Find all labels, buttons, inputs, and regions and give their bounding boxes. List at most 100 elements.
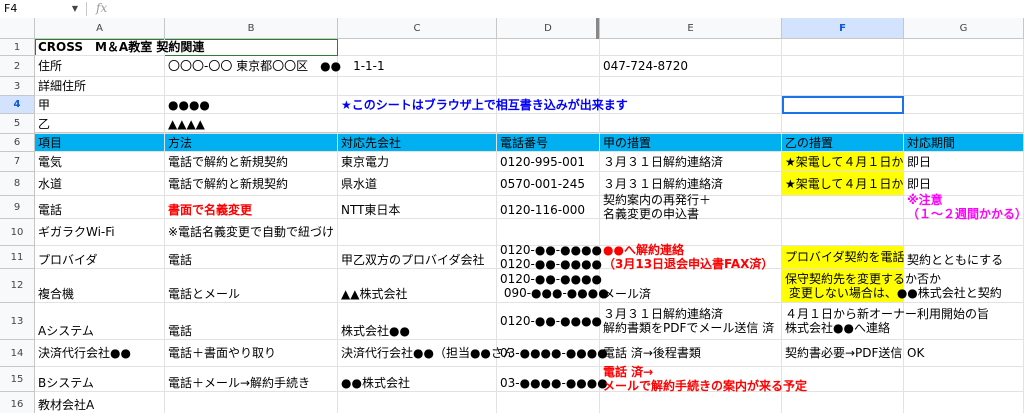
cell-f11[interactable]: プロバイダ契約を電話 (782, 246, 905, 269)
cell-a14[interactable]: 決済代行会社●● (35, 340, 165, 367)
cell-f16[interactable] (782, 392, 904, 413)
cell-e2[interactable]: 047-724-8720 (600, 56, 782, 77)
cell-c8[interactable]: 県水道 (338, 172, 497, 196)
cell-c9[interactable]: NTT東日本 (338, 196, 497, 219)
row-header-1[interactable]: 1 (0, 39, 35, 56)
cell-g6[interactable]: 対応期間 (904, 134, 1024, 152)
cell-f13[interactable]: ４月１日から新オーナー利用開始の旨 株式会社●●へ連絡 (782, 303, 989, 340)
cell-f12[interactable]: 保守契約先を変更するか否か 変更しない場合は、●●株式会社と契約 (782, 269, 1002, 303)
row-header-13[interactable]: 13 (0, 303, 35, 340)
cell-a13[interactable]: Aシステム (35, 303, 165, 340)
row-header-10[interactable]: 10 (0, 219, 35, 246)
cell-e11[interactable]: ●●へ解約連絡 （3月13日退会申込書FAX済） (600, 243, 782, 271)
cell-b11[interactable]: 電話 (165, 246, 338, 269)
cell-e15[interactable]: 電話 済→ メールで解約手続きの案内が来る予定 (600, 365, 807, 393)
row-header-14[interactable]: 14 (0, 340, 35, 367)
column-header-b[interactable]: B (165, 18, 338, 39)
cell-e1[interactable] (600, 39, 782, 56)
cell-d10[interactable] (497, 219, 600, 246)
cell-d6[interactable]: 電話番号 (497, 134, 600, 152)
cell-d11[interactable]: 0120-●●-●●●● 0120-●●-●●●● (497, 243, 602, 271)
cell-a9[interactable]: 電話 (35, 196, 165, 219)
cell-c1[interactable] (338, 39, 497, 56)
cell-c3[interactable] (338, 77, 497, 96)
cell-b9[interactable]: 書面で名義変更 (165, 196, 338, 219)
cell-d12[interactable]: 0120-●●-●●●● 090-●●●-●●●● (497, 269, 609, 303)
chevron-down-icon[interactable]: ▼ (72, 2, 78, 16)
cell-e3[interactable] (600, 77, 782, 96)
cell-c7[interactable]: 東京電力 (338, 152, 497, 172)
cell-a16[interactable]: 教材会社A (35, 392, 165, 413)
cell-d2[interactable] (497, 56, 600, 77)
cell-d8[interactable]: 0570-001-245 (497, 172, 600, 196)
cell-b3[interactable] (165, 77, 338, 96)
column-header-e[interactable]: E (600, 18, 782, 39)
cell-a12[interactable]: 複合機 (35, 269, 165, 303)
cell-c12[interactable]: ▲▲株式会社 (338, 269, 497, 303)
row-header-6[interactable]: 6 (0, 134, 35, 152)
cell-c16[interactable] (338, 392, 497, 413)
row-header-16[interactable]: 16 (0, 392, 35, 413)
cell-b15[interactable]: 電話＋メール→解約手続き (165, 367, 338, 392)
cell-b16[interactable] (165, 392, 338, 413)
cell-a10[interactable]: ギガラクWi-Fi (35, 219, 165, 246)
cell-f7[interactable]: ★架電して４月１日か (782, 152, 904, 172)
column-header-d[interactable]: D (497, 18, 600, 39)
cell-d15[interactable]: 03-●●●●-●●●● (497, 367, 608, 392)
cell-g15[interactable] (904, 367, 1024, 392)
cell-f1[interactable] (782, 39, 904, 56)
cell-a5[interactable]: 乙 (35, 114, 165, 134)
cell-e9[interactable]: 契約案内の再発行＋ 名義変更の申込書 (600, 193, 782, 221)
cell-e16[interactable] (600, 392, 782, 413)
frozen-column-divider[interactable] (596, 18, 599, 39)
cell-f6[interactable]: 乙の措置 (782, 134, 904, 152)
cell-a15[interactable]: Bシステム (35, 367, 165, 392)
row-header-5[interactable]: 5 (0, 114, 35, 134)
cell-d5[interactable] (497, 114, 600, 134)
cell-c5[interactable] (338, 114, 497, 134)
cell-d14[interactable]: 03-●●●●-●●●● (497, 340, 608, 367)
column-header-a[interactable]: A (35, 18, 165, 39)
cell-b7[interactable]: 電話で解約と新規契約 (165, 152, 338, 172)
cell-e14[interactable]: 電話 済→後程書類 (600, 340, 782, 367)
cell-e12[interactable]: メール済 (600, 269, 782, 303)
cell-f8[interactable]: ★架電して４月１日か (782, 172, 904, 196)
select-all-corner[interactable] (0, 18, 35, 39)
cell-g10[interactable] (904, 219, 1024, 246)
cell-g4[interactable] (904, 96, 1024, 114)
cell-b10[interactable]: ※電話名義変更で自動で紐づけ (165, 219, 338, 246)
cell-c4[interactable]: ★このシートはブラウザ上で相互書き込みが出来ます (338, 96, 628, 114)
cell-g9[interactable]: ※注意 （１～２週間かかる） (904, 193, 1024, 221)
cell-e5[interactable] (600, 114, 782, 134)
cell-b13[interactable]: 電話 (165, 303, 338, 340)
cell-g11[interactable]: 契約とともにする (904, 246, 1024, 269)
row-header-3[interactable]: 3 (0, 77, 35, 96)
cell-f14[interactable]: 契約書必要→PDF送信 (782, 340, 904, 367)
cell-a4[interactable]: 甲 (35, 96, 165, 114)
cell-a2[interactable]: 住所 (35, 56, 165, 77)
cell-g3[interactable] (904, 77, 1024, 96)
row-header-2[interactable]: 2 (0, 56, 35, 77)
name-box[interactable]: F4 ▼ (4, 2, 78, 16)
row-header-8[interactable]: 8 (0, 172, 35, 196)
cell-b6[interactable]: 方法 (165, 134, 338, 152)
cell-e13[interactable]: ３月３１日解約連絡済 解約書類をPDFでメール送信 済 (600, 303, 782, 340)
cell-g14[interactable]: OK (904, 340, 1024, 367)
cell-a11[interactable]: プロバイダ (35, 246, 165, 269)
cell-d9[interactable]: 0120-116-000 (497, 196, 600, 219)
cell-b8[interactable]: 電話で解約と新規契約 (165, 172, 338, 196)
cell-b2[interactable]: 〇〇〇-〇〇 東京都〇〇区 ●● 1-1-1 (165, 56, 385, 77)
cell-f2[interactable] (782, 56, 904, 77)
cell-g1[interactable] (904, 39, 1024, 56)
cell-f4[interactable] (782, 96, 904, 114)
cell-g16[interactable] (904, 392, 1024, 413)
row-header-4[interactable]: 4 (0, 96, 35, 114)
row-header-12[interactable]: 12 (0, 269, 35, 303)
cell-f10[interactable] (782, 219, 904, 246)
cell-d1[interactable] (497, 39, 600, 56)
cell-b4[interactable]: ●●●● (165, 96, 338, 114)
cell-g5[interactable] (904, 114, 1024, 134)
row-header-7[interactable]: 7 (0, 152, 35, 172)
spreadsheet-grid[interactable]: A B C D E F G 1 2 3 4 5 6 7 8 9 10 11 12 13 14 15 16 CROSS M＆A教… (0, 18, 1024, 413)
cell-d7[interactable]: 0120-995-001 (497, 152, 600, 172)
